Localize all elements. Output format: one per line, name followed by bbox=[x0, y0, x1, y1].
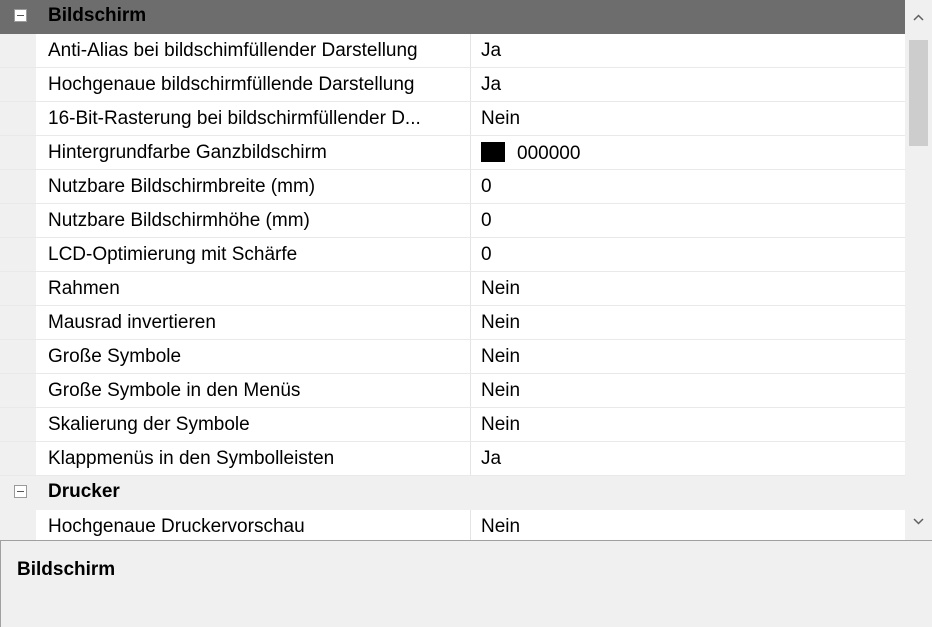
column-divider[interactable] bbox=[470, 442, 471, 475]
collapse-icon[interactable] bbox=[14, 9, 27, 22]
property-row-rahmen[interactable]: Rahmen Nein bbox=[0, 272, 905, 306]
column-divider[interactable] bbox=[470, 238, 471, 271]
vertical-scrollbar[interactable] bbox=[905, 0, 932, 540]
row-gutter bbox=[0, 272, 36, 305]
property-value[interactable]: Nein bbox=[481, 312, 520, 334]
property-name: Hintergrundfarbe Ganzbildschirm bbox=[48, 142, 327, 163]
column-divider[interactable] bbox=[470, 68, 471, 101]
column-divider[interactable] bbox=[470, 34, 471, 67]
property-value[interactable]: Ja bbox=[481, 74, 501, 96]
property-value[interactable]: 0 bbox=[481, 210, 492, 232]
property-name: Hochgenaue bildschirmfüllende Darstellun… bbox=[48, 74, 415, 95]
scroll-up-button[interactable] bbox=[905, 0, 932, 36]
row-gutter bbox=[0, 102, 36, 135]
help-pane: Bildschirm bbox=[0, 540, 932, 627]
row-gutter bbox=[0, 34, 36, 67]
category-label: Bildschirm bbox=[48, 5, 147, 26]
property-value[interactable]: 000000 bbox=[481, 142, 580, 165]
row-gutter bbox=[0, 374, 36, 407]
row-gutter bbox=[0, 510, 36, 540]
property-name: Klappmenüs in den Symbolleisten bbox=[48, 448, 335, 469]
color-value: 000000 bbox=[517, 143, 581, 164]
property-row-lcd-optimierung[interactable]: LCD-Optimierung mit Schärfe 0 bbox=[0, 238, 905, 272]
property-value[interactable]: 0 bbox=[481, 244, 492, 266]
column-divider[interactable] bbox=[470, 306, 471, 339]
property-value[interactable]: Nein bbox=[481, 516, 520, 538]
property-value[interactable]: Ja bbox=[481, 40, 501, 62]
scrollbar-thumb[interactable] bbox=[909, 40, 928, 146]
property-row-druckervorschau[interactable]: Hochgenaue Druckervorschau Nein bbox=[0, 510, 905, 540]
column-divider[interactable] bbox=[470, 272, 471, 305]
property-grid: Bildschirm Anti-Alias bei bildschimfülle… bbox=[0, 0, 905, 540]
column-divider[interactable] bbox=[470, 510, 471, 540]
help-title: Bildschirm bbox=[17, 559, 116, 580]
property-name: Nutzbare Bildschirmbreite (mm) bbox=[48, 176, 316, 197]
scroll-down-button[interactable] bbox=[905, 504, 932, 540]
property-name: Große Symbole bbox=[48, 346, 182, 367]
property-name: Rahmen bbox=[48, 278, 120, 299]
property-name: Nutzbare Bildschirmhöhe (mm) bbox=[48, 210, 310, 231]
property-row-bildschirmbreite[interactable]: Nutzbare Bildschirmbreite (mm) 0 bbox=[0, 170, 905, 204]
property-value[interactable]: Nein bbox=[481, 380, 520, 402]
row-gutter bbox=[0, 306, 36, 339]
property-value[interactable]: Nein bbox=[481, 278, 520, 300]
column-divider[interactable] bbox=[470, 340, 471, 373]
property-name: LCD-Optimierung mit Schärfe bbox=[48, 244, 298, 265]
row-gutter bbox=[0, 136, 36, 169]
property-name: Anti-Alias bei bildschimfüllender Darste… bbox=[48, 40, 418, 61]
color-swatch-icon[interactable] bbox=[481, 142, 505, 162]
property-row-grosse-symbole[interactable]: Große Symbole Nein bbox=[0, 340, 905, 374]
column-divider[interactable] bbox=[470, 170, 471, 203]
property-value[interactable]: Nein bbox=[481, 108, 520, 130]
row-gutter bbox=[0, 340, 36, 373]
chevron-down-icon bbox=[913, 518, 924, 525]
column-divider[interactable] bbox=[470, 136, 471, 169]
row-gutter bbox=[0, 170, 36, 203]
chevron-up-icon bbox=[913, 14, 924, 21]
row-gutter bbox=[0, 204, 36, 237]
property-value[interactable]: Nein bbox=[481, 346, 520, 368]
property-row-hochgenaue-darstellung[interactable]: Hochgenaue bildschirmfüllende Darstellun… bbox=[0, 68, 905, 102]
row-gutter bbox=[0, 238, 36, 271]
row-gutter bbox=[0, 408, 36, 441]
property-name: Hochgenaue Druckervorschau bbox=[48, 516, 305, 537]
column-divider[interactable] bbox=[470, 374, 471, 407]
property-row-anti-alias[interactable]: Anti-Alias bei bildschimfüllender Darste… bbox=[0, 34, 905, 68]
property-name: Große Symbole in den Menüs bbox=[48, 380, 301, 401]
property-row-mausrad[interactable]: Mausrad invertieren Nein bbox=[0, 306, 905, 340]
property-name: 16-Bit-Rasterung bei bildschirmfüllender… bbox=[48, 108, 421, 129]
category-label: Drucker bbox=[48, 481, 120, 502]
category-drucker[interactable]: Drucker bbox=[0, 476, 905, 510]
collapse-icon[interactable] bbox=[14, 485, 27, 498]
property-row-grosse-symbole-menues[interactable]: Große Symbole in den Menüs Nein bbox=[0, 374, 905, 408]
column-divider[interactable] bbox=[470, 204, 471, 237]
property-value[interactable]: Nein bbox=[481, 414, 520, 436]
column-divider[interactable] bbox=[470, 408, 471, 441]
row-gutter bbox=[0, 68, 36, 101]
property-value[interactable]: 0 bbox=[481, 176, 492, 198]
property-row-bildschirmhoehe[interactable]: Nutzbare Bildschirmhöhe (mm) 0 bbox=[0, 204, 905, 238]
property-row-skalierung[interactable]: Skalierung der Symbole Nein bbox=[0, 408, 905, 442]
property-value[interactable]: Ja bbox=[481, 448, 501, 470]
row-gutter bbox=[0, 442, 36, 475]
property-name: Skalierung der Symbole bbox=[48, 414, 250, 435]
property-row-klappmenues[interactable]: Klappmenüs in den Symbolleisten Ja bbox=[0, 442, 905, 476]
property-row-16-bit-rasterung[interactable]: 16-Bit-Rasterung bei bildschirmfüllender… bbox=[0, 102, 905, 136]
property-row-hintergrundfarbe[interactable]: Hintergrundfarbe Ganzbildschirm 000000 bbox=[0, 136, 905, 170]
category-bildschirm[interactable]: Bildschirm bbox=[0, 0, 905, 34]
column-divider[interactable] bbox=[470, 102, 471, 135]
property-name: Mausrad invertieren bbox=[48, 312, 216, 333]
